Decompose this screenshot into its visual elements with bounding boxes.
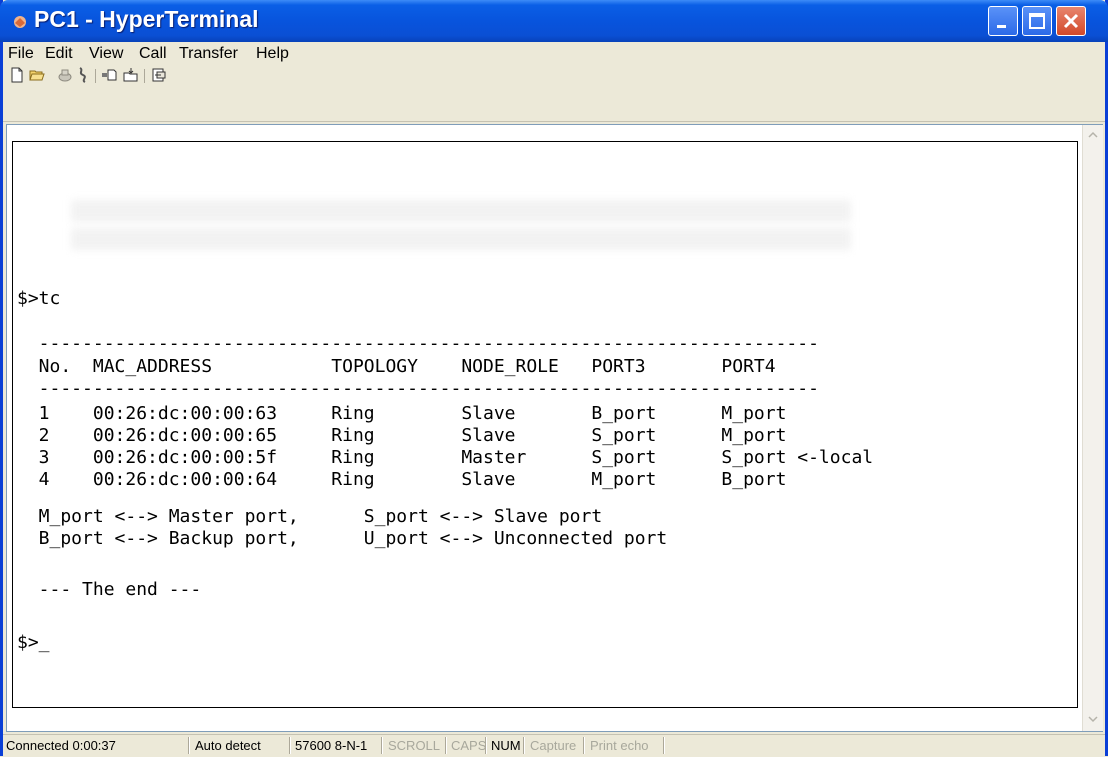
terminal-line: No. MAC_ADDRESS TOPOLOGY NODE_ROLE PORT3… xyxy=(17,356,776,377)
scroll-down-icon[interactable] xyxy=(1084,710,1102,728)
status-print-echo: Print echo xyxy=(590,738,649,753)
status-caps: CAPS xyxy=(451,738,487,753)
status-divider xyxy=(445,737,447,754)
new-icon[interactable] xyxy=(9,67,25,83)
status-capture: Capture xyxy=(530,738,577,753)
maximize-button[interactable] xyxy=(1022,6,1052,36)
status-num: NUM xyxy=(491,738,521,753)
toolbar-separator xyxy=(95,69,96,83)
status-divider xyxy=(485,737,487,754)
menu-bar: File Edit View Call Transfer Help xyxy=(3,42,1105,65)
terminal-line: 2 00:26:dc:00:00:65 Ring Slave S_port M_… xyxy=(17,425,787,446)
hyperterminal-app-icon xyxy=(14,16,26,28)
status-connection: Connected 0:00:37 xyxy=(6,738,116,753)
terminal-panel[interactable]: $>tc -----------------------------------… xyxy=(6,124,1103,732)
status-bar: Connected 0:00:37 Auto detect 57600 8-N-… xyxy=(3,734,1105,757)
scroll-up-icon[interactable] xyxy=(1084,126,1102,144)
menu-transfer[interactable]: Transfer xyxy=(179,45,238,63)
vertical-scrollbar[interactable] xyxy=(1082,125,1103,731)
terminal-screen[interactable]: $>tc -----------------------------------… xyxy=(12,141,1078,708)
menu-call[interactable]: Call xyxy=(139,45,167,63)
disconnect-icon[interactable] xyxy=(75,67,91,83)
status-detect: Auto detect xyxy=(195,738,261,753)
menu-help[interactable]: Help xyxy=(256,45,289,63)
menu-view[interactable]: View xyxy=(89,45,123,63)
window-title: PC1 - HyperTerminal xyxy=(34,6,259,32)
close-icon xyxy=(1063,13,1079,29)
terminal-line: B_port <--> Backup port, U_port <--> Unc… xyxy=(17,528,668,549)
menu-file[interactable]: File xyxy=(8,45,34,63)
terminal-line: ----------------------------------------… xyxy=(17,333,819,354)
status-divider xyxy=(381,737,383,754)
terminal-line: 4 00:26:dc:00:00:64 Ring Slave M_port B_… xyxy=(17,469,787,490)
status-divider xyxy=(523,737,525,754)
blurred-text xyxy=(71,200,851,222)
terminal-line: --- The end --- xyxy=(17,579,202,600)
menu-edit[interactable]: Edit xyxy=(45,45,73,63)
toolbar xyxy=(3,65,1105,122)
status-divider xyxy=(663,737,665,754)
terminal-line: M_port <--> Master port, S_port <--> Sla… xyxy=(17,506,603,527)
terminal-line: $>tc xyxy=(17,288,61,309)
status-settings: 57600 8-N-1 xyxy=(295,738,368,753)
minimize-button[interactable] xyxy=(988,6,1018,36)
title-bar[interactable]: PC1 - HyperTerminal xyxy=(0,0,1108,42)
send-icon[interactable] xyxy=(101,67,117,83)
blurred-text xyxy=(71,228,851,250)
terminal-line: 3 00:26:dc:00:00:5f Ring Master S_port S… xyxy=(17,447,874,468)
close-button[interactable] xyxy=(1056,6,1086,36)
terminal-line: 1 00:26:dc:00:00:63 Ring Slave B_port M_… xyxy=(17,403,787,424)
status-divider xyxy=(289,737,291,754)
status-scroll: SCROLL xyxy=(388,738,441,753)
minimize-icon xyxy=(997,25,1006,28)
terminal-line: ----------------------------------------… xyxy=(17,378,819,399)
open-icon[interactable] xyxy=(29,67,45,83)
terminal-line: $>_ xyxy=(17,632,50,653)
status-divider xyxy=(188,737,190,754)
toolbar-separator xyxy=(144,69,145,83)
receive-icon[interactable] xyxy=(123,67,139,83)
connect-icon[interactable] xyxy=(57,67,73,83)
maximize-icon xyxy=(1029,13,1045,29)
properties-icon[interactable] xyxy=(151,67,167,83)
hyperterminal-window: PC1 - HyperTerminal File Edit View Call … xyxy=(0,0,1108,757)
status-divider xyxy=(583,737,585,754)
